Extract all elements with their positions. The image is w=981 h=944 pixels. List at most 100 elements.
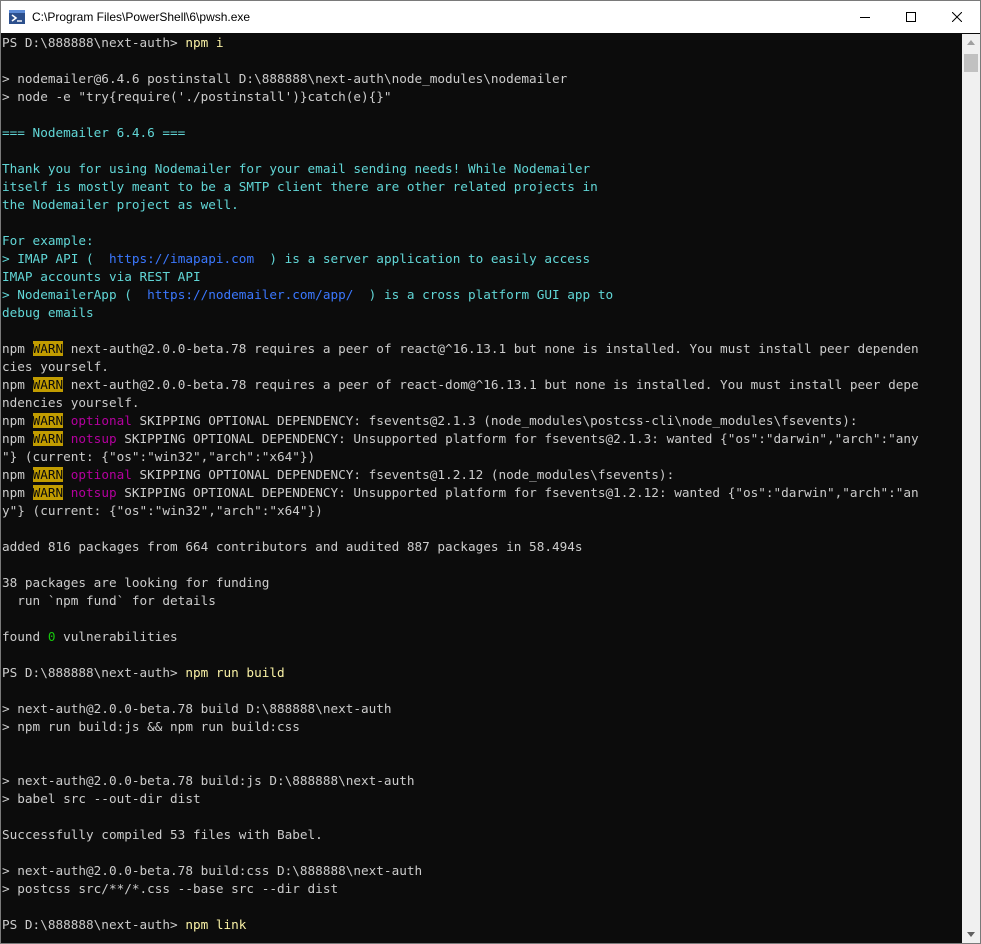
maximize-icon	[906, 12, 916, 22]
window-title: C:\Program Files\PowerShell\6\pwsh.exe	[32, 10, 251, 24]
terminal-text: SKIPPING OPTIONAL DEPENDENCY: Unsupporte…	[116, 485, 919, 500]
terminal-line: y"} (current: {"os":"win32","arch":"x64"…	[1, 502, 961, 520]
terminal-text: Successfully compiled 53 files with Babe…	[2, 827, 323, 842]
terminal-line: npm WARN notsup SKIPPING OPTIONAL DEPEND…	[1, 430, 961, 448]
minimize-button[interactable]	[842, 1, 888, 33]
terminal-line: added 816 packages from 664 contributors…	[1, 538, 961, 556]
vertical-scrollbar[interactable]	[962, 34, 980, 943]
terminal-line: PS D:\888888\next-auth> npm link	[1, 916, 961, 934]
terminal-text: PS D:\888888\next-auth>	[2, 665, 186, 680]
terminal-text: === Nodemailer 6.4.6 ===	[2, 125, 186, 140]
terminal-text: ) is a cross platform GUI app to	[361, 287, 614, 302]
close-icon	[952, 12, 962, 22]
terminal-line: npm WARN next-auth@2.0.0-beta.78 require…	[1, 340, 961, 358]
terminal-command: npm run build	[185, 665, 285, 680]
terminal-text: > next-auth@2.0.0-beta.78 build:js D:\88…	[2, 773, 415, 788]
terminal-line: PS D:\888888\next-auth> npm run build	[1, 664, 961, 682]
terminal-command: npm i	[185, 35, 224, 50]
maximize-button[interactable]	[888, 1, 934, 33]
warn-badge: WARN	[32, 377, 64, 392]
terminal-line: Thank you for using Nodemailer for your …	[1, 160, 961, 178]
terminal-line: found 0 vulnerabilities	[1, 628, 961, 646]
scroll-down-button[interactable]	[962, 926, 980, 943]
warn-badge: WARN	[32, 341, 64, 356]
terminal-text: > NodemailerApp (	[2, 287, 140, 302]
terminal-text: vulnerabilities	[55, 629, 178, 644]
terminal-text: added 816 packages from 664 contributors…	[2, 539, 583, 554]
terminal-line: > next-auth@2.0.0-beta.78 build D:\88888…	[1, 700, 961, 718]
terminal-text: SKIPPING OPTIONAL DEPENDENCY: Unsupporte…	[116, 431, 919, 446]
terminal-text: > next-auth@2.0.0-beta.78 build D:\88888…	[2, 701, 392, 716]
title-bar[interactable]: C:\Program Files\PowerShell\6\pwsh.exe	[1, 1, 980, 33]
terminal-line: > nodemailer@6.4.6 postinstall D:\888888…	[1, 70, 961, 88]
terminal-line: > next-auth@2.0.0-beta.78 build:js D:\88…	[1, 772, 961, 790]
terminal-text: > IMAP API (	[2, 251, 102, 266]
terminal-line: > NodemailerApp ( https://nodemailer.com…	[1, 286, 961, 304]
terminal-text: > nodemailer@6.4.6 postinstall D:\888888…	[2, 71, 568, 86]
terminal-line: npm WARN optional SKIPPING OPTIONAL DEPE…	[1, 412, 961, 430]
scrollbar-thumb[interactable]	[964, 54, 978, 72]
terminal-line: cies yourself.	[1, 358, 961, 376]
terminal-line: > next-auth@2.0.0-beta.78 build:css D:\8…	[1, 862, 961, 880]
terminal-text: next-auth@2.0.0-beta.78 requires a peer …	[63, 377, 919, 392]
warn-badge: WARN	[32, 485, 64, 500]
window-controls	[842, 1, 980, 33]
terminal-text: optional	[70, 467, 132, 482]
terminal-text: SKIPPING OPTIONAL DEPENDENCY: fsevents@1…	[131, 467, 675, 482]
terminal-text: > postcss src/**/*.css --base src --dir …	[2, 881, 339, 896]
terminal-text: PS D:\888888\next-auth>	[2, 35, 186, 50]
terminal-text: "} (current: {"os":"win32","arch":"x64"}…	[2, 449, 316, 464]
terminal-line: ndencies yourself.	[1, 394, 961, 412]
terminal-line: run `npm fund` for details	[1, 592, 961, 610]
terminal-text: For example:	[2, 233, 94, 248]
terminal-line: debug emails	[1, 304, 961, 322]
powershell-window: C:\Program Files\PowerShell\6\pwsh.exe P…	[0, 0, 981, 944]
terminal-text: notsup	[70, 485, 117, 500]
terminal-text: 38 packages are looking for funding	[2, 575, 270, 590]
terminal-line: > IMAP API ( https://imapapi.com ) is a …	[1, 250, 961, 268]
scroll-up-button[interactable]	[962, 34, 980, 51]
scroll-up-arrow-icon	[967, 40, 975, 45]
warn-badge: WARN	[32, 431, 64, 446]
terminal-text: the Nodemailer project as well.	[2, 197, 239, 212]
terminal-text: ) is a server application to easily acce…	[261, 251, 591, 266]
terminal-text: > node -e "try{require('./postinstall')}…	[2, 89, 392, 104]
terminal-text: next-auth@2.0.0-beta.78 requires a peer …	[63, 341, 919, 356]
terminal-line: PS D:\888888\next-auth> npm i	[1, 34, 961, 52]
terminal-text: npm	[2, 485, 33, 500]
terminal-text: > babel src --out-dir dist	[2, 791, 201, 806]
terminal-link: https://imapapi.com	[101, 251, 262, 266]
terminal-line: > npm run build:js && npm run build:css	[1, 718, 961, 736]
terminal-line: 38 packages are looking for funding	[1, 574, 961, 592]
terminal-line: the Nodemailer project as well.	[1, 196, 961, 214]
terminal-text: PS D:\888888\next-auth>	[2, 917, 186, 932]
terminal-text: npm	[2, 467, 33, 482]
terminal-text: found	[2, 629, 48, 644]
close-button[interactable]	[934, 1, 980, 33]
terminal-output[interactable]: PS D:\888888\next-auth> npm i > nodemaile…	[1, 34, 961, 943]
terminal-line: "} (current: {"os":"win32","arch":"x64"}…	[1, 448, 961, 466]
terminal-text: > npm run build:js && npm run build:css	[2, 719, 300, 734]
terminal-line: > babel src --out-dir dist	[1, 790, 961, 808]
terminal-line: npm WARN next-auth@2.0.0-beta.78 require…	[1, 376, 961, 394]
terminal-line: IMAP accounts via REST API	[1, 268, 961, 286]
terminal-text: y"} (current: {"os":"win32","arch":"x64"…	[2, 503, 323, 518]
powershell-icon[interactable]	[9, 9, 25, 25]
terminal-text: npm	[2, 431, 33, 446]
